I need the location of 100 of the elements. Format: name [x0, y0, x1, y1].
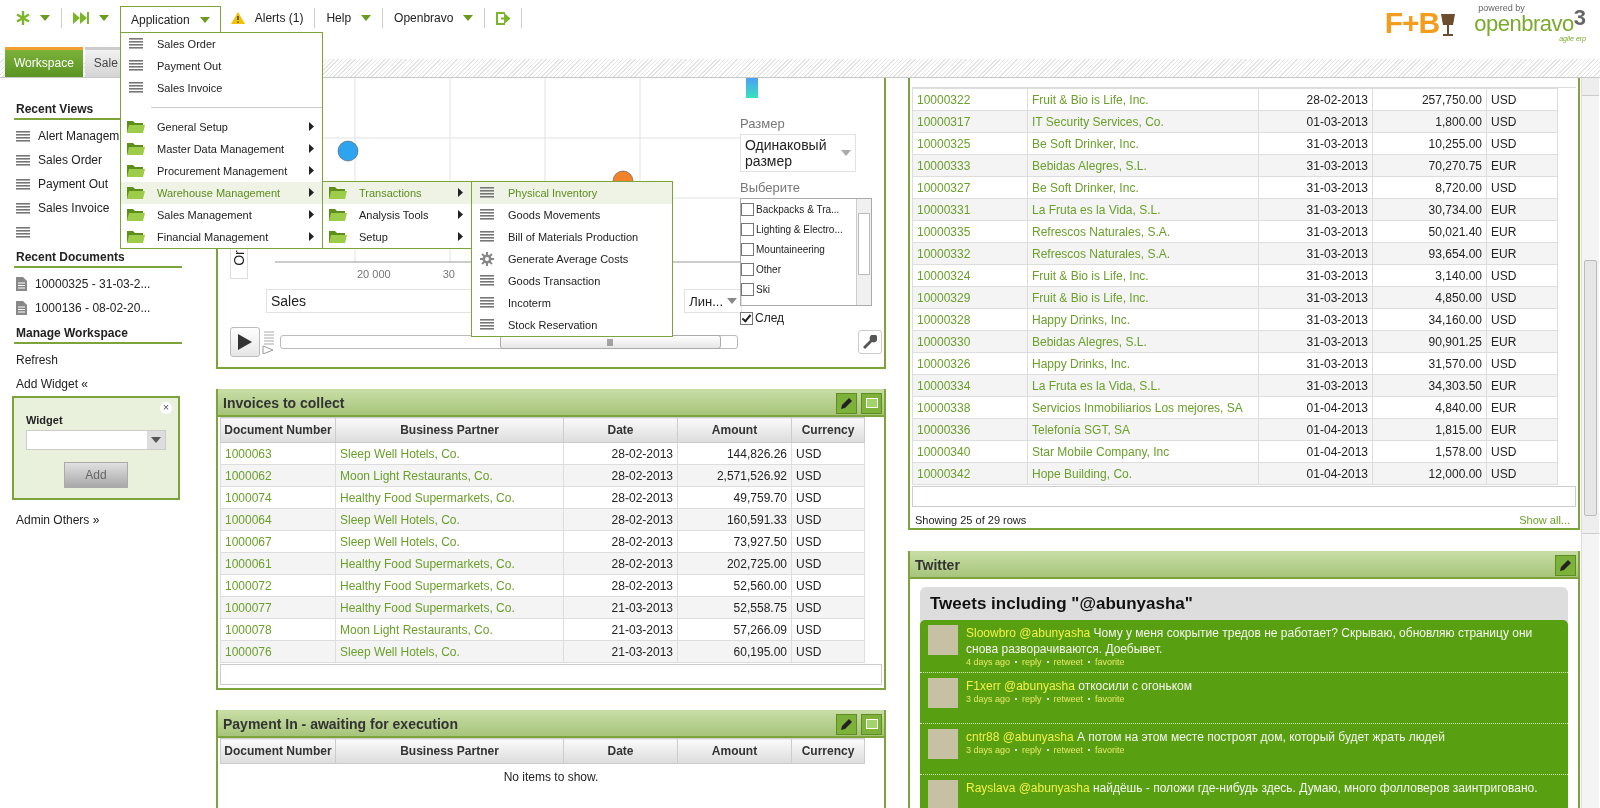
table-link[interactable]: 1000067 — [220, 530, 336, 553]
column-header[interactable]: Date — [563, 417, 678, 443]
table-link[interactable]: 10000335 — [912, 220, 1028, 243]
time-slider[interactable] — [280, 335, 738, 349]
axis-select[interactable]: Sales — [266, 289, 472, 313]
menu-button[interactable]: Application — [120, 5, 221, 33]
edit-button[interactable] — [836, 392, 857, 414]
timestamp-link[interactable]: 3 days ago — [966, 694, 1011, 704]
table-link[interactable]: Telefonía SGT, SA — [1027, 418, 1259, 441]
checkbox-option[interactable]: Lighting & Electro... — [741, 219, 856, 239]
checkbox[interactable] — [741, 222, 754, 236]
recent-view-link[interactable]: Sales Invoice — [14, 196, 110, 220]
close-button[interactable]: × — [160, 402, 172, 414]
table-link[interactable]: Sleep Well Hotels, Co. — [335, 442, 564, 465]
table-link[interactable]: Bebidas Alegres, S.L. — [1027, 154, 1259, 177]
play-button[interactable] — [230, 327, 260, 357]
column-header[interactable]: Document Number — [220, 417, 336, 443]
table-link[interactable]: 10000329 — [912, 286, 1028, 309]
add-button[interactable]: Add — [64, 462, 128, 488]
tweet-action-link[interactable]: retweet — [1053, 657, 1084, 667]
table-link[interactable]: Refrescos Naturales, S.A. — [1027, 242, 1259, 265]
table-link[interactable]: Sleep Well Hotels, Co. — [335, 530, 564, 553]
menu-item[interactable]: Transactions — [323, 181, 471, 204]
table-link[interactable]: 10000331 — [912, 198, 1028, 221]
tweet-action-link[interactable]: retweet — [1053, 694, 1084, 704]
table-link[interactable]: Be Soft Drinker, Inc. — [1027, 176, 1259, 199]
table-link[interactable]: Healthy Food Supermarkets, Co. — [335, 486, 564, 509]
tweet-action-link[interactable]: reply — [1022, 657, 1042, 667]
tweet-action-link[interactable]: favorite — [1095, 657, 1125, 667]
table-link[interactable]: Star Mobile Company, Inc — [1027, 440, 1259, 463]
edit-button[interactable] — [1555, 554, 1576, 576]
table-link[interactable]: 10000326 — [912, 352, 1028, 375]
table-link[interactable]: Sleep Well Hotels, Co. — [335, 508, 564, 531]
table-link[interactable]: 1000072 — [220, 574, 336, 597]
table-link[interactable]: Hope Building, Co. — [1027, 462, 1259, 485]
table-link[interactable]: La Fruta es la Vida, S.L. — [1027, 198, 1259, 221]
table-link[interactable]: 1000076 — [220, 640, 336, 663]
column-header[interactable]: Business Partner — [335, 417, 564, 443]
menu-button[interactable]: Openbravo — [383, 8, 486, 28]
table-link[interactable]: Servicios Inmobiliarios Los mejores, SA — [1027, 396, 1259, 419]
table-link[interactable]: Healthy Food Supermarkets, Co. — [335, 574, 564, 597]
checkbox-option[interactable]: След — [740, 308, 874, 328]
table-link[interactable]: Moon Light Restaurants, Co. — [335, 464, 564, 487]
timestamp-link[interactable]: 4 days ago — [966, 657, 1011, 667]
alerts-button[interactable]: Alerts (1) — [219, 8, 316, 28]
column-header[interactable]: Document Number — [220, 738, 336, 764]
table-link[interactable]: Happy Drinks, Inc. — [1027, 308, 1259, 331]
menu-item[interactable]: Generate Average Costs — [472, 247, 672, 270]
table-link[interactable]: Healthy Food Supermarkets, Co. — [335, 552, 564, 575]
checkbox-option[interactable]: Ski — [741, 279, 856, 299]
table-link[interactable]: 1000077 — [220, 596, 336, 619]
table-link[interactable]: 1000064 — [220, 508, 336, 531]
table-link[interactable]: Happy Drinks, Inc. — [1027, 352, 1259, 375]
settings-button[interactable] — [858, 330, 882, 354]
table-link[interactable]: 10000342 — [912, 462, 1028, 485]
table-link[interactable]: 10000336 — [912, 418, 1028, 441]
table-link[interactable]: 10000322 — [912, 88, 1028, 111]
checkbox-option[interactable]: Mountaineering — [741, 239, 856, 259]
table-link[interactable]: 1000062 — [220, 464, 336, 487]
menu-item[interactable]: Setup — [323, 225, 471, 248]
column-header[interactable]: Business Partner — [335, 738, 564, 764]
tweet-action-link[interactable]: reply — [1022, 745, 1042, 755]
table-link[interactable]: 10000332 — [912, 242, 1028, 265]
size-select[interactable]: Одинаковый размер — [740, 134, 856, 172]
tweet-action-link[interactable]: favorite — [1095, 745, 1125, 755]
menu-item[interactable]: Master Data Management — [121, 137, 322, 160]
checkbox-option[interactable]: Backpacks & Tra... — [741, 199, 856, 219]
column-header[interactable]: Currency — [791, 738, 865, 764]
checkbox[interactable] — [741, 242, 754, 256]
menu-item[interactable]: Goods Transaction — [472, 269, 672, 292]
table-link[interactable]: 10000340 — [912, 440, 1028, 463]
scrollbar[interactable] — [856, 199, 871, 305]
edit-button[interactable] — [836, 713, 857, 735]
menu-item[interactable]: Sales Invoice — [121, 76, 322, 99]
column-header[interactable]: Currency — [791, 417, 865, 443]
recent-view-link[interactable]: Alert Managem — [14, 124, 120, 148]
table-link[interactable]: Bebidas Alegres, S.L. — [1027, 330, 1259, 353]
admin-others-link[interactable]: Admin Others » — [14, 508, 182, 532]
tweet-action-link[interactable]: favorite — [1095, 694, 1125, 704]
tweet-action-link[interactable]: retweet — [1053, 745, 1084, 755]
table-link[interactable]: 10000330 — [912, 330, 1028, 353]
table-link[interactable]: 10000327 — [912, 176, 1028, 199]
table-link[interactable]: Healthy Food Supermarkets, Co. — [335, 596, 564, 619]
menu-item[interactable]: Sales Management — [121, 203, 322, 226]
tweet-action-link[interactable]: reply — [1022, 694, 1042, 704]
table-link[interactable]: IT Security Services, Co. — [1027, 110, 1259, 133]
table-link[interactable]: Moon Light Restaurants, Co. — [335, 618, 564, 641]
timestamp-link[interactable]: 3 days ago — [966, 745, 1011, 755]
table-link[interactable]: Fruit & Bio is Life, Inc. — [1027, 264, 1259, 287]
menu-item[interactable]: Goods Movements — [472, 203, 672, 226]
table-link[interactable]: 10000325 — [912, 132, 1028, 155]
table-link[interactable]: 10000328 — [912, 308, 1028, 331]
recent-document-link[interactable]: 1000136 - 08-02-20... — [14, 296, 151, 320]
column-header[interactable]: Amount — [677, 738, 792, 764]
table-link[interactable]: 1000074 — [220, 486, 336, 509]
menu-item[interactable]: Physical Inventory — [472, 181, 672, 204]
scrollbar[interactable] — [1581, 78, 1599, 808]
table-link[interactable]: 1000063 — [220, 442, 336, 465]
menu-item[interactable]: Stock Reservation — [472, 313, 672, 336]
menu-item[interactable]: Procurement Management — [121, 159, 322, 182]
